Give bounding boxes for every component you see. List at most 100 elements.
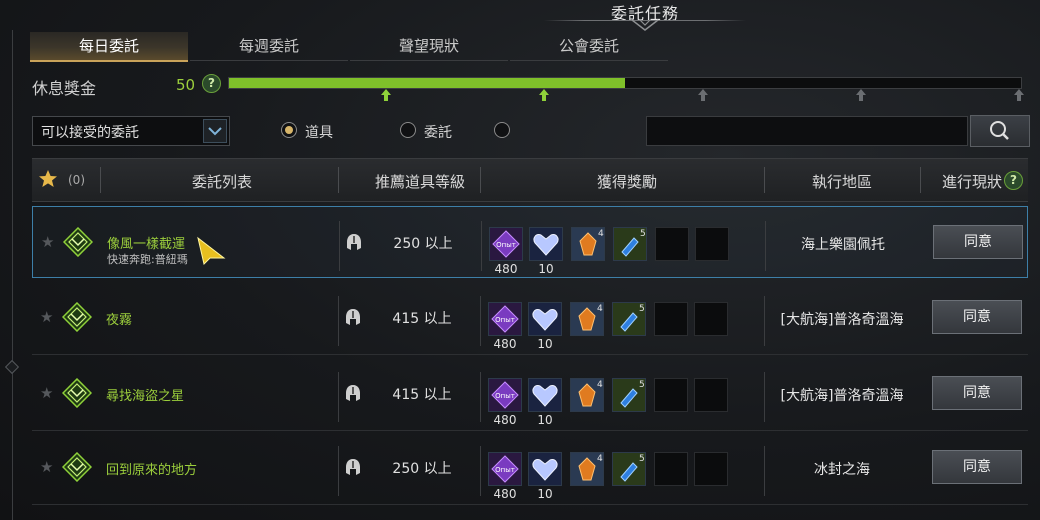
reward-count: 480 bbox=[494, 262, 518, 276]
region-name: 海上樂園佩托 bbox=[801, 237, 885, 253]
reward-count: 480 bbox=[493, 487, 517, 501]
header-divider bbox=[764, 167, 765, 193]
rest-bonus-value: 50 bbox=[176, 76, 196, 94]
rest-bonus-help-icon[interactable]: ? bbox=[202, 74, 221, 93]
tab-weekly[interactable]: 每週委託 bbox=[190, 32, 348, 61]
table-row[interactable]: ★ 像風一樣截運 快速奔跑:普紐瑪 250 以上 Опыт 480 10 4 5 bbox=[32, 206, 1028, 278]
recommended-level: 415 以上 bbox=[392, 387, 452, 403]
crystal-heart-icon[interactable] bbox=[528, 378, 562, 412]
green-rank-emblem-icon bbox=[62, 302, 92, 332]
crystal-heart-icon[interactable] bbox=[528, 452, 562, 486]
helmet-icon bbox=[346, 309, 360, 325]
favorite-star-icon[interactable]: ★ bbox=[40, 308, 53, 326]
favorite-star-icon[interactable]: ★ bbox=[40, 384, 53, 402]
agree-button[interactable]: 同意 bbox=[932, 300, 1022, 334]
chevron-down-icon[interactable] bbox=[203, 119, 227, 143]
svg-text:Опыт: Опыт bbox=[496, 241, 516, 249]
quest-subtitle: 快速奔跑:普紐瑪 bbox=[107, 253, 188, 266]
radio-other[interactable] bbox=[494, 122, 510, 138]
svg-text:Опыт: Опыт bbox=[495, 392, 515, 400]
region-name: [大航海]普洛奇溫海 bbox=[780, 312, 904, 328]
crystal-heart-icon[interactable] bbox=[529, 227, 563, 261]
header-recommended-level: 推薦道具等級 bbox=[374, 173, 465, 191]
reward-count: 10 bbox=[537, 337, 553, 351]
reward-tier: 5 bbox=[639, 304, 645, 314]
cell-divider bbox=[480, 372, 481, 422]
reward-tier: 5 bbox=[639, 380, 645, 390]
reward-slot-empty bbox=[695, 227, 729, 261]
star-icon[interactable] bbox=[38, 169, 58, 189]
radio-quests-label: 委託 bbox=[424, 125, 452, 141]
favorite-star-icon[interactable]: ★ bbox=[40, 458, 53, 476]
exp-gem-icon[interactable]: Опыт bbox=[488, 378, 522, 412]
reward-slot-empty bbox=[654, 378, 688, 412]
reward-tier: 5 bbox=[640, 229, 646, 239]
cell-divider bbox=[764, 296, 765, 346]
radio-items[interactable] bbox=[281, 122, 297, 138]
exp-gem-icon[interactable]: Опыт bbox=[488, 302, 522, 336]
exp-gem-icon[interactable]: Опыт bbox=[488, 452, 522, 486]
cell-divider bbox=[480, 446, 481, 496]
quest-name: 尋找海盜之星 bbox=[106, 389, 185, 404]
header-divider bbox=[338, 167, 339, 193]
reward-tier: 4 bbox=[597, 380, 603, 390]
quest-filter-dropdown[interactable]: 可以接受的委託 bbox=[32, 116, 230, 146]
rest-bonus-label: 休息獎金 bbox=[32, 79, 97, 98]
bar-marker-icon bbox=[698, 89, 708, 101]
reward-count: 10 bbox=[538, 262, 554, 276]
reward-slot-empty bbox=[694, 302, 728, 336]
helmet-icon bbox=[346, 459, 360, 475]
helmet-icon bbox=[346, 385, 360, 401]
bar-marker-icon bbox=[539, 89, 549, 101]
agree-button[interactable]: 同意 bbox=[932, 376, 1022, 410]
quest-name: 夜霧 bbox=[106, 313, 133, 328]
rest-bonus-bar bbox=[228, 77, 1022, 89]
tab-daily[interactable]: 每日委託 bbox=[30, 32, 188, 62]
title-ornament-icon bbox=[631, 19, 659, 31]
header-divider bbox=[100, 167, 101, 193]
bar-marker-icon bbox=[856, 89, 866, 101]
agree-button[interactable]: 同意 bbox=[933, 225, 1023, 259]
reward-count: 480 bbox=[493, 337, 517, 351]
tab-guild[interactable]: 公會委託 bbox=[510, 32, 668, 61]
tab-reputation[interactable]: 聲望現狀 bbox=[350, 32, 508, 61]
cell-divider bbox=[338, 446, 339, 496]
region-name: [大航海]普洛奇溫海 bbox=[780, 388, 904, 404]
header-region: 執行地區 bbox=[811, 173, 872, 191]
reward-count: 10 bbox=[537, 413, 553, 427]
radio-quests[interactable] bbox=[400, 122, 416, 138]
reward-tier: 4 bbox=[597, 304, 603, 314]
agree-button[interactable]: 同意 bbox=[932, 450, 1022, 484]
recommended-level: 415 以上 bbox=[392, 311, 452, 327]
left-border-line bbox=[12, 30, 13, 520]
table-row[interactable]: ★ 尋找海盜之星 415 以上 Опыт 480 10 4 5 [大航海]普洛奇… bbox=[32, 358, 1028, 431]
reward-tier: 4 bbox=[597, 454, 603, 464]
table-row[interactable]: ★ 夜霧 415 以上 Опыт 480 10 4 5 [大航海]普洛奇溫海 同… bbox=[32, 282, 1028, 355]
reward-count: 480 bbox=[493, 413, 517, 427]
header-rewards: 獲得獎勵 bbox=[596, 173, 657, 191]
reward-tier: 5 bbox=[639, 454, 645, 464]
reward-tier: 4 bbox=[598, 229, 604, 239]
cell-divider bbox=[765, 221, 766, 271]
green-rank-emblem-icon bbox=[62, 378, 92, 408]
search-input[interactable] bbox=[646, 116, 968, 146]
crystal-heart-icon[interactable] bbox=[528, 302, 562, 336]
svg-text:Опыт: Опыт bbox=[495, 316, 515, 324]
search-button[interactable] bbox=[970, 115, 1030, 147]
cell-divider bbox=[764, 372, 765, 422]
reward-slot-empty bbox=[655, 227, 689, 261]
cell-divider bbox=[480, 296, 481, 346]
cell-divider bbox=[764, 446, 765, 496]
recommended-level: 250 以上 bbox=[393, 236, 453, 252]
green-rank-emblem-icon bbox=[63, 227, 93, 257]
recommended-level: 250 以上 bbox=[392, 461, 452, 477]
progress-help-icon[interactable]: ? bbox=[1004, 171, 1023, 190]
svg-text:Опыт: Опыт bbox=[495, 466, 515, 474]
cell-divider bbox=[481, 221, 482, 271]
table-row[interactable]: ★ 回到原來的地方 250 以上 Опыт 480 10 4 5 冰封之海 同意 bbox=[32, 432, 1028, 505]
favorite-star-icon[interactable]: ★ bbox=[41, 233, 54, 251]
helmet-icon bbox=[347, 234, 361, 250]
reward-slot-empty bbox=[654, 452, 688, 486]
bar-marker-icon bbox=[1014, 89, 1024, 101]
exp-gem-icon[interactable]: Опыт bbox=[489, 227, 523, 261]
